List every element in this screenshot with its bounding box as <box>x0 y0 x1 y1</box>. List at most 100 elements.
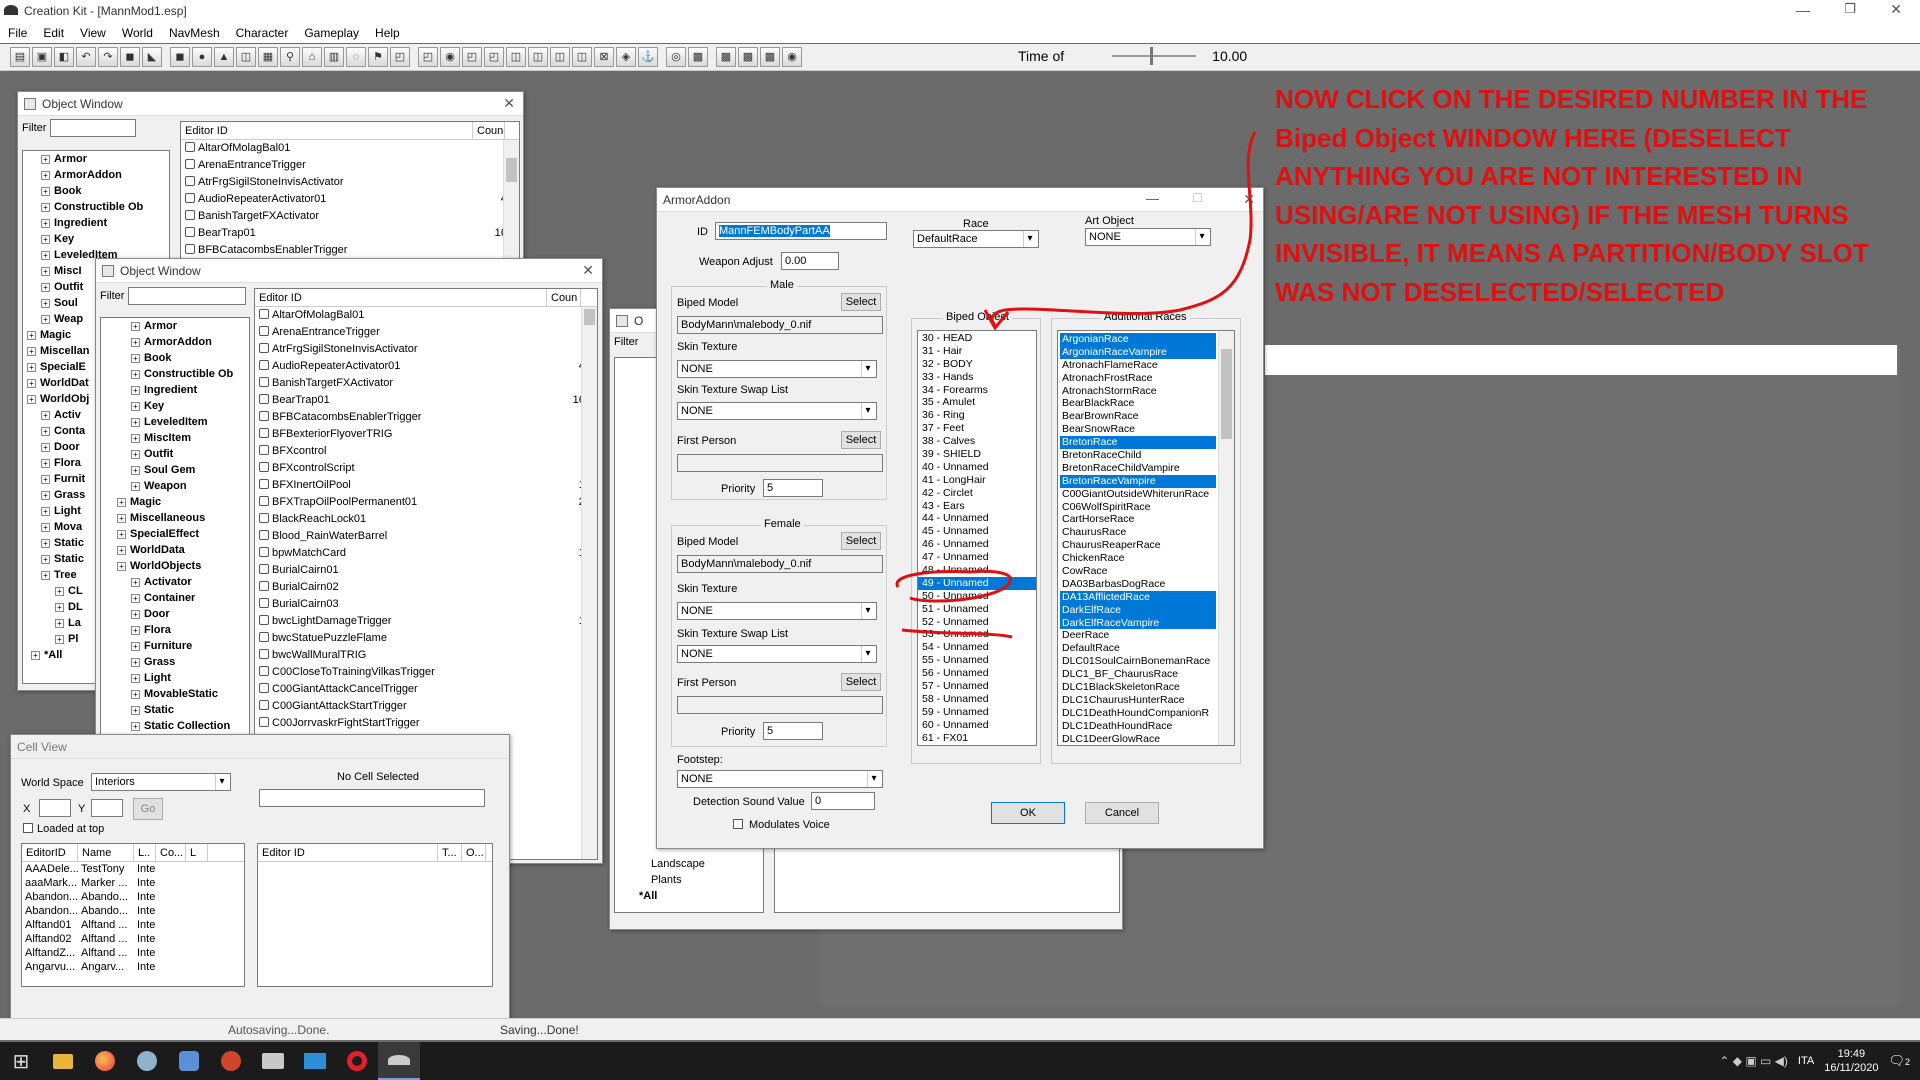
go-button[interactable]: Go <box>133 798 163 820</box>
toolbar-button-16[interactable]: ⚑ <box>368 47 388 67</box>
toolbar-button-3[interactable]: ↶ <box>76 47 96 67</box>
male-first-person-select-button[interactable]: Select <box>841 431 881 449</box>
detection-sound-field[interactable]: 0 <box>811 792 875 810</box>
close-icon[interactable]: ✕ <box>582 262 594 279</box>
tree-item[interactable]: + ArmorAddon <box>117 334 249 350</box>
expand-icon[interactable]: + <box>41 490 50 500</box>
expand-icon[interactable]: + <box>131 689 140 699</box>
toolbar-button-0[interactable]: ▤ <box>10 47 30 67</box>
expand-icon[interactable]: + <box>117 545 126 555</box>
tree-item[interactable]: + Weapon <box>117 478 249 494</box>
expand-icon[interactable]: + <box>41 426 50 436</box>
expand-icon[interactable]: + <box>131 465 140 475</box>
tree-item[interactable]: + Flora <box>117 622 249 638</box>
expand-icon[interactable]: + <box>131 337 140 347</box>
male-biped-select-button[interactable]: Select <box>841 293 881 311</box>
toolbar-button-33[interactable]: ▩ <box>760 47 780 67</box>
column-header[interactable]: Co... <box>156 844 186 861</box>
cancel-button[interactable]: Cancel <box>1085 802 1159 824</box>
column-header[interactable]: O... <box>462 844 486 861</box>
tree-item[interactable]: *All <box>635 888 705 904</box>
expand-icon[interactable]: + <box>131 625 140 635</box>
list-item[interactable]: AudioRepeaterActivator0148 <box>181 191 519 208</box>
tree-item[interactable]: + Key <box>117 398 249 414</box>
tree-item[interactable]: + LeveledItem <box>117 414 249 430</box>
expand-icon[interactable]: + <box>131 657 140 667</box>
female-first-person-field[interactable] <box>677 696 883 714</box>
toolbar-button-13[interactable]: ⌂ <box>302 47 322 67</box>
toolbar-button-4[interactable]: ↷ <box>98 47 118 67</box>
tree-item[interactable]: + Container <box>117 590 249 606</box>
cell-name-field[interactable] <box>259 789 485 807</box>
table-row[interactable]: Abandon...Abando...Inte... <box>22 904 244 918</box>
tree-item[interactable]: + Armor <box>27 151 169 167</box>
expand-icon[interactable]: + <box>131 417 140 427</box>
toolbar-button-25[interactable]: ◫ <box>572 47 592 67</box>
app-icon-8[interactable] <box>294 1042 336 1080</box>
list-item[interactable]: BFXcontrol0 <box>255 443 597 460</box>
close-icon[interactable]: ✕ <box>503 95 515 112</box>
expand-icon[interactable]: + <box>41 298 50 308</box>
tree-item[interactable]: Plants <box>635 872 705 888</box>
list-item[interactable]: AtrFrgSigilStoneInvisActivator1 <box>181 174 519 191</box>
female-biped-model-field[interactable]: BodyMann\malebody_0.nif <box>677 555 883 573</box>
tree-item[interactable]: + Magic <box>117 494 249 510</box>
close-icon[interactable]: ✕ <box>1890 1 1902 18</box>
toolbar-button-26[interactable]: ⊠ <box>594 47 614 67</box>
language-indicator[interactable]: ITA <box>1798 1055 1814 1067</box>
toolbar-button-21[interactable]: ◰ <box>484 47 504 67</box>
weapon-adjust-field[interactable]: 0.00 <box>781 252 839 270</box>
expand-icon[interactable]: + <box>41 250 50 260</box>
male-skin-swap-select[interactable]: NONE <box>677 402 877 420</box>
list-item[interactable]: BFBCatacombsEnablerTrigger0 <box>181 242 519 259</box>
list-item[interactable]: BanishTargetFXActivator0 <box>255 375 597 392</box>
list-item[interactable]: BFXcontrolScript0 <box>255 460 597 477</box>
female-first-person-select-button[interactable]: Select <box>841 673 881 691</box>
toolbar-button-10[interactable]: ◫ <box>236 47 256 67</box>
expand-icon[interactable]: + <box>131 481 140 491</box>
menu-item-5[interactable]: Character <box>228 26 297 40</box>
tree-item[interactable]: + Constructible Ob <box>27 199 169 215</box>
race-item[interactable]: DLC1DeathHoundCompanionR <box>1060 707 1216 720</box>
start-icon[interactable]: ⊞ <box>0 1042 42 1080</box>
list-item[interactable]: C00GiantAttackCancelTrigger1 <box>255 681 597 698</box>
tree-item[interactable]: + Armor <box>117 318 249 334</box>
column-header[interactable]: Editor ID <box>258 844 438 861</box>
column-header[interactable]: L <box>186 844 208 861</box>
column-header[interactable]: Name <box>78 844 134 861</box>
table-row[interactable]: Angarvu...Angarv...Inte... <box>22 960 244 974</box>
expand-icon[interactable]: + <box>131 721 140 731</box>
expand-icon[interactable]: + <box>41 474 50 484</box>
female-biped-select-button[interactable]: Select <box>841 532 881 550</box>
tree-item[interactable]: + Grass <box>117 654 249 670</box>
list-item[interactable]: C00GiantAttackStartTrigger2 <box>255 698 597 715</box>
app-icon-5[interactable] <box>168 1042 210 1080</box>
id-field[interactable]: MannFEMBodyPartAA <box>715 222 887 240</box>
expand-icon[interactable]: + <box>41 154 50 164</box>
expand-icon[interactable]: + <box>41 202 50 212</box>
expand-icon[interactable]: + <box>27 378 36 388</box>
world-space-select[interactable]: Interiors <box>91 773 231 791</box>
tree-item[interactable]: + Constructible Ob <box>117 366 249 382</box>
female-priority-field[interactable]: 5 <box>763 722 823 740</box>
toolbar-button-7[interactable]: ◼ <box>170 47 190 67</box>
list-item[interactable]: C00JorrvaskrFightStartTrigger2 <box>255 715 597 732</box>
toolbar-button-23[interactable]: ◫ <box>528 47 548 67</box>
toolbar-button-15[interactable]: ◌ <box>346 47 366 67</box>
expand-icon[interactable]: + <box>117 513 126 523</box>
race-item[interactable]: DLC1BlackSkeletonRace <box>1060 681 1216 694</box>
expand-icon[interactable]: + <box>55 618 64 628</box>
expand-icon[interactable]: + <box>27 346 36 356</box>
menu-item-6[interactable]: Gameplay <box>296 26 367 40</box>
menu-item-2[interactable]: View <box>72 26 114 40</box>
female-skin-swap-select[interactable]: NONE <box>677 645 877 663</box>
toolbar-button-32[interactable]: ▩ <box>738 47 758 67</box>
expand-icon[interactable]: + <box>41 218 50 228</box>
toolbar-button-17[interactable]: ◰ <box>390 47 410 67</box>
clock[interactable]: 19:49 16/11/2020 <box>1824 1047 1878 1075</box>
tree-item[interactable]: + WorldObjects <box>117 558 249 574</box>
toolbar-button-6[interactable]: ◣ <box>142 47 162 67</box>
expand-icon[interactable]: + <box>41 186 50 196</box>
toolbar-button-5[interactable]: ◼ <box>120 47 140 67</box>
male-priority-field[interactable]: 5 <box>763 479 823 497</box>
